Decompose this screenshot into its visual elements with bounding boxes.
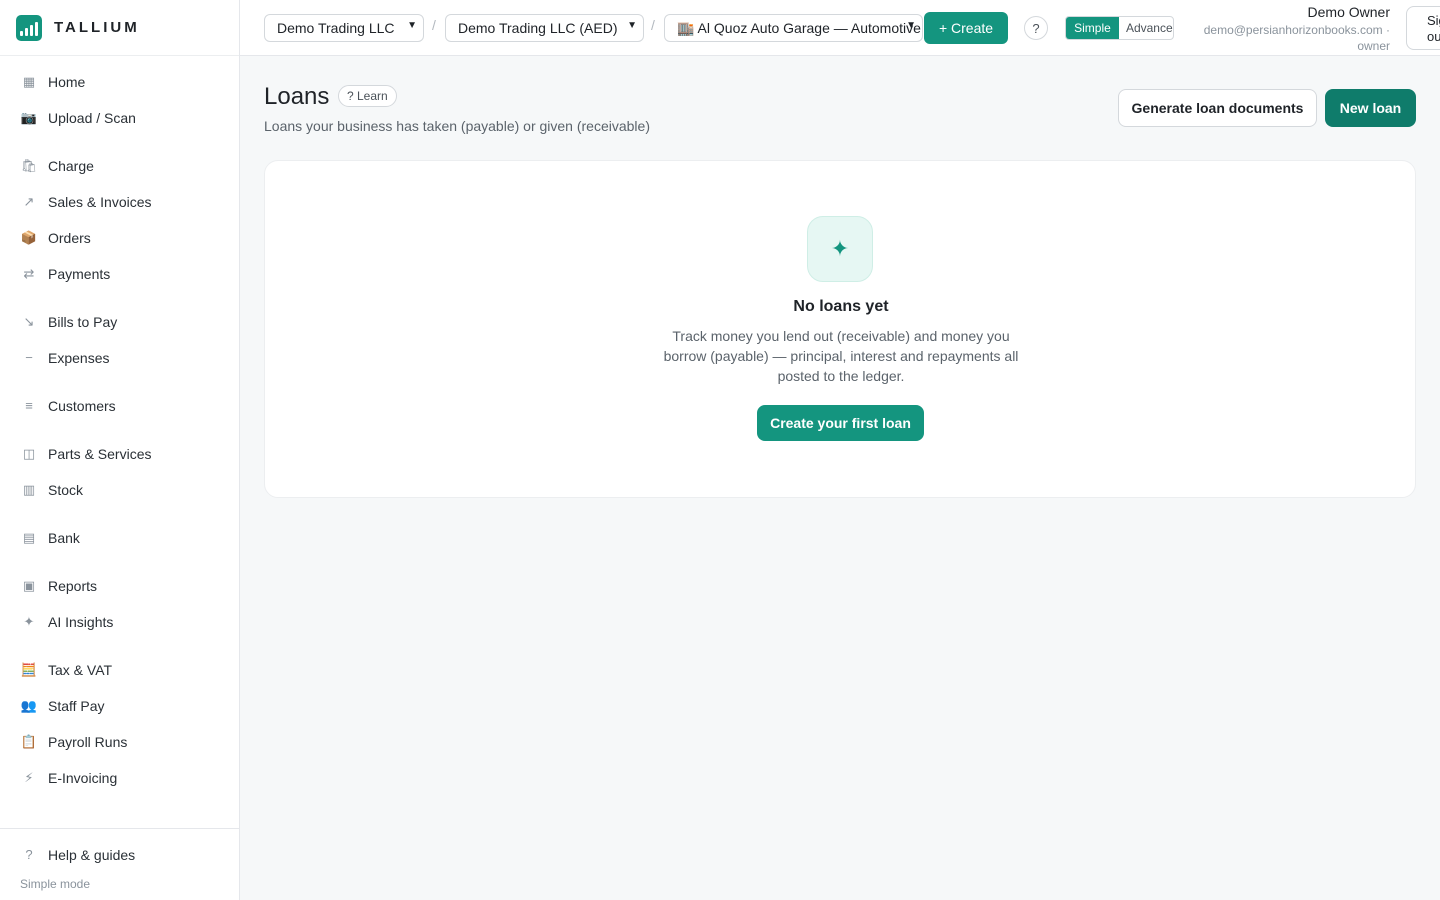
sidebar-item-label: AI Insights — [48, 614, 114, 630]
chevron-down-icon: ▼ — [627, 20, 637, 31]
brand[interactable]: TALLIUM — [0, 0, 239, 56]
columns-icon: ◫ — [22, 446, 36, 461]
chevron-down-icon: ▼ — [407, 20, 417, 31]
company-select-value: Demo Trading LLC — [277, 20, 395, 36]
generate-loan-documents-button[interactable]: Generate loan documents — [1118, 89, 1317, 127]
report-icon: ▣ — [22, 578, 36, 593]
create-first-loan-button[interactable]: Create your first loan — [757, 405, 924, 441]
breadcrumb-separator: / — [432, 17, 436, 33]
shopping-bag-icon: 🛍 — [20, 158, 38, 173]
sidebar-item-label: Bank — [48, 530, 80, 546]
sidebar-item-label: Tax & VAT — [48, 662, 113, 678]
sidebar-item-label: Stock — [48, 482, 84, 498]
sidebar-item-label: Staff Pay — [48, 698, 105, 714]
sparkle-icon: ✦ — [807, 216, 873, 282]
sidebar-item-bank[interactable]: ▤ Bank — [8, 522, 230, 554]
chevron-down-icon: ▼ — [906, 20, 916, 31]
sidebar-footer: ? Help & guides Simple mode — [0, 828, 239, 900]
branch-select-value: 🏬 Al Quoz Auto Garage — Automotive — [677, 19, 921, 36]
sidebar-item-ai-insights[interactable]: ✦ AI Insights — [8, 606, 230, 638]
camera-icon: 📷 — [20, 110, 38, 125]
sidebar-item-stock[interactable]: ▥ Stock — [8, 474, 230, 506]
sidebar-item-label: Charge — [48, 158, 94, 174]
sidebar-item-e-invoicing[interactable]: ⚡ E-Invoicing — [8, 762, 230, 794]
brand-name: TALLIUM — [54, 19, 140, 36]
sidebar-item-label: Upload / Scan — [48, 110, 136, 126]
list-icon: ≡ — [25, 398, 33, 413]
arrow-down-right-icon: ↘ — [23, 314, 35, 329]
grid-icon: ▦ — [22, 74, 36, 89]
user-name: Demo Owner — [1307, 4, 1390, 20]
sidebar-item-reports[interactable]: ▣ Reports — [8, 570, 230, 602]
sidebar-item-label: Home — [48, 74, 86, 90]
arrows-exchange-icon: ⇄ — [23, 266, 35, 281]
sidebar-item-label: Expenses — [48, 350, 110, 366]
new-loan-button[interactable]: New loan — [1325, 89, 1416, 127]
help-guides-label: Help & guides — [48, 847, 136, 863]
clipboard-icon: 📋 — [20, 734, 38, 749]
sidebar: TALLIUM ▦ Home 📷 Upload / Scan 🛍 Charge … — [0, 0, 240, 900]
minus-icon: − — [25, 350, 33, 365]
sidebar-item-label: E-Invoicing — [48, 770, 118, 786]
sidebar-item-home[interactable]: ▦ Home — [8, 66, 230, 98]
company-select[interactable]: Demo Trading LLC ▼ — [264, 14, 424, 42]
sidebar-item-payments[interactable]: ⇄ Payments — [8, 258, 230, 290]
page-title: Loans — [264, 83, 330, 110]
create-button[interactable]: + Create — [924, 12, 1008, 44]
help-button[interactable]: ? — [1024, 16, 1048, 40]
topbar: Demo Trading LLC ▼ / Demo Trading LLC (A… — [240, 0, 1440, 56]
sign-out-button[interactable]: Sign out — [1406, 6, 1440, 50]
currency-select-value: Demo Trading LLC (AED) — [458, 20, 618, 36]
mode-simple-button[interactable]: Simple — [1066, 17, 1119, 39]
sidebar-item-label: Bills to Pay — [48, 314, 118, 330]
mode-advanced-button[interactable]: Advanced — [1119, 17, 1173, 39]
sidebar-item-label: Orders — [48, 230, 91, 246]
sidebar-item-orders[interactable]: 📦 Orders — [8, 222, 230, 254]
arrow-up-right-icon: ↗ — [23, 194, 35, 209]
bar-chart-logo-icon — [16, 14, 42, 41]
people-icon: 👥 — [20, 698, 38, 713]
package-icon: 📦 — [20, 230, 38, 245]
bank-icon: ▤ — [22, 530, 36, 545]
mode-note: Simple mode — [20, 877, 91, 891]
empty-state-card: ✦ No loans yet Track money you lend out … — [264, 160, 1416, 498]
sidebar-item-upload-scan[interactable]: 📷 Upload / Scan — [8, 102, 230, 134]
sidebar-item-label: Payments — [48, 266, 111, 282]
user-email: demo@persianhorizonbooks.com · owner — [1203, 23, 1390, 53]
sidebar-item-bills-to-pay[interactable]: ↘ Bills to Pay — [8, 306, 230, 338]
sidebar-item-payroll-runs[interactable]: 📋 Payroll Runs — [8, 726, 230, 758]
sidebar-item-label: Reports — [48, 578, 98, 594]
learn-button[interactable]: ? Learn — [338, 85, 397, 107]
sidebar-item-label: Customers — [48, 398, 116, 414]
sidebar-item-sales-invoices[interactable]: ↗ Sales & Invoices — [8, 186, 230, 218]
sidebar-item-label: Sales & Invoices — [48, 194, 152, 210]
lightning-icon: ⚡ — [24, 770, 34, 785]
sidebar-item-label: Payroll Runs — [48, 734, 128, 750]
sidebar-item-tax-vat[interactable]: 🧮 Tax & VAT — [8, 654, 230, 686]
sidebar-item-customers[interactable]: ≡ Customers — [8, 390, 230, 422]
shelves-icon: ▥ — [22, 482, 36, 497]
breadcrumb-separator: / — [651, 17, 655, 33]
empty-state-description: Track money you lend out (receivable) an… — [663, 328, 1019, 384]
help-guides-link[interactable]: ? Help & guides — [8, 839, 230, 871]
sparkle-icon: ✦ — [23, 614, 35, 629]
abacus-icon: 🧮 — [20, 662, 38, 677]
sidebar-item-expenses[interactable]: − Expenses — [8, 342, 230, 374]
sidebar-item-staff-pay[interactable]: 👥 Staff Pay — [8, 690, 230, 722]
branch-select[interactable]: 🏬 Al Quoz Auto Garage — Automotive ▼ — [664, 14, 923, 42]
mode-toggle: Simple Advanced — [1065, 16, 1174, 40]
sidebar-item-charge[interactable]: 🛍 Charge — [8, 150, 230, 182]
sidebar-item-label: Parts & Services — [48, 446, 152, 462]
page-subtitle: Loans your business has taken (payable) … — [264, 118, 650, 134]
sidebar-item-parts-services[interactable]: ◫ Parts & Services — [8, 438, 230, 470]
user-info: Demo Owner demo@persianhorizonbooks.com … — [1190, 4, 1390, 54]
empty-state-title: No loans yet — [793, 298, 889, 315]
currency-select[interactable]: Demo Trading LLC (AED) ▼ — [445, 14, 644, 42]
question-icon: ? — [25, 847, 33, 862]
